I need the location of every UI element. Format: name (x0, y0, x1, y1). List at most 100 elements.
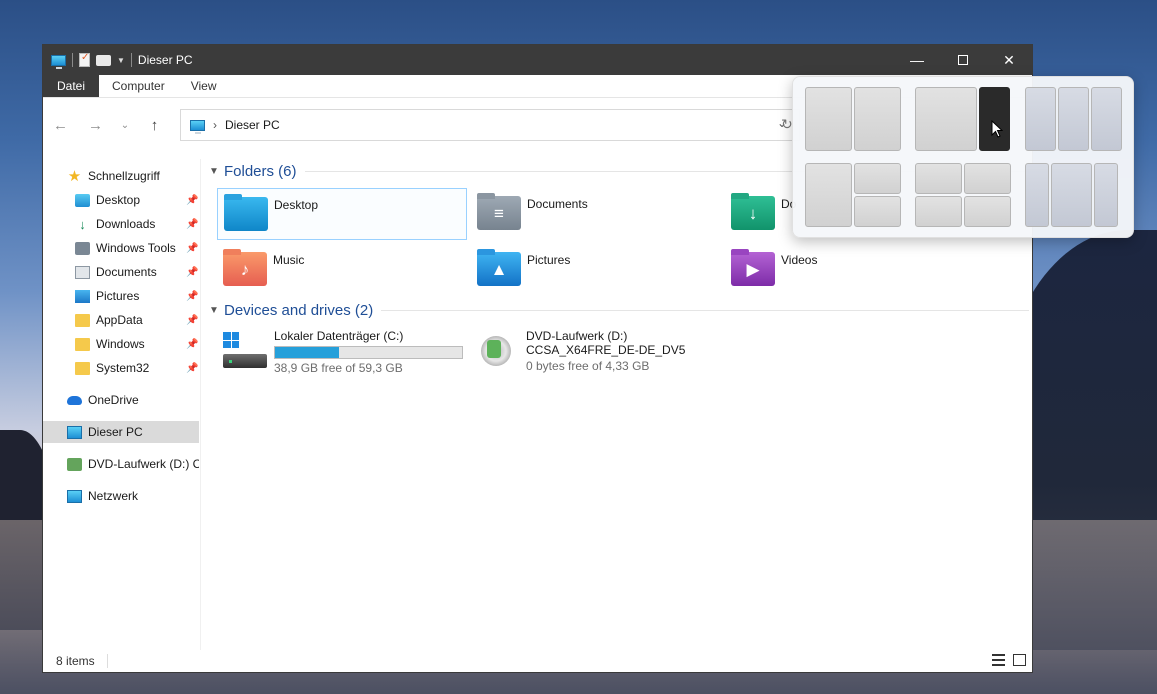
snap-zone[interactable] (1025, 163, 1049, 227)
folder-tile-music[interactable]: ♪ Music (217, 244, 467, 296)
minimize-button[interactable]: — (894, 45, 940, 75)
snap-zone[interactable] (854, 87, 901, 151)
recent-locations-button[interactable]: ⌄ (113, 120, 137, 131)
drive-tile-c[interactable]: Lokaler Datenträger (C:) 38,9 GB free of… (217, 329, 463, 379)
tab-view[interactable]: View (178, 75, 230, 97)
snap-zone[interactable] (1025, 87, 1056, 151)
sidebar-item-dvd-drive[interactable]: DVD-Laufwerk (D:) CCSA_X64FRE_DE-DE_DV5 (43, 453, 199, 475)
snap-zone[interactable] (915, 196, 962, 227)
drives-group-header[interactable]: ▼ Devices and drives (2) (209, 302, 1029, 319)
sidebar-item-system32[interactable]: System32 📌 (43, 357, 199, 379)
sidebar-item-desktop[interactable]: Desktop 📌 (43, 189, 199, 211)
folder-tile-pictures[interactable]: ▲ Pictures (471, 244, 721, 296)
sidebar-item-label: Documents (96, 265, 157, 279)
computer-icon (51, 54, 66, 69)
folder-tile-documents[interactable]: ≡ Documents (471, 188, 721, 240)
pin-icon[interactable]: 📌 (186, 195, 198, 206)
snap-zone[interactable] (1058, 87, 1089, 151)
snap-layout-narrow-wide-narrow[interactable] (1025, 163, 1118, 227)
back-button[interactable]: ← (43, 117, 78, 134)
pin-icon[interactable]: 📌 (186, 291, 198, 302)
snap-zone[interactable] (1091, 87, 1122, 151)
pin-icon[interactable]: 📌 (186, 243, 198, 254)
up-button[interactable]: ↑ (137, 117, 172, 134)
pin-icon[interactable]: 📌 (186, 315, 198, 326)
snap-zone[interactable] (1051, 163, 1092, 227)
sidebar-item-label: Netzwerk (88, 489, 139, 503)
collapse-chevron-icon[interactable]: ▼ (209, 166, 224, 177)
drive-volume-label: CCSA_X64FRE_DE-DE_DV5 (526, 343, 686, 357)
folder-name: Music (273, 253, 305, 267)
snap-layout-quarters[interactable] (915, 163, 1011, 227)
breadcrumb-chevron-icon[interactable]: › (213, 118, 217, 132)
maximize-icon (958, 55, 968, 65)
breadcrumb-dieser-pc[interactable]: Dieser PC (225, 118, 280, 132)
downloads-folder-icon: ↓ (731, 193, 775, 230)
tab-datei[interactable]: Datei (43, 75, 100, 97)
snap-zone[interactable] (805, 87, 852, 151)
sidebar-item-netzwerk[interactable]: Netzwerk (43, 485, 199, 507)
network-icon (67, 489, 82, 503)
address-bar[interactable]: › Dieser PC ⌄ (180, 109, 800, 141)
star-icon: ★ (67, 167, 82, 185)
sidebar-item-documents[interactable]: Documents 📌 (43, 261, 199, 283)
pin-icon[interactable]: 📌 (186, 363, 198, 374)
snap-layout-half-two-quarters[interactable] (805, 163, 901, 227)
new-folder-icon[interactable] (96, 54, 111, 66)
folder-tile-desktop[interactable]: Desktop (217, 188, 467, 240)
drive-name: Lokaler Datenträger (C:) (274, 329, 404, 343)
drives-header-label: Devices and drives (2) (224, 302, 374, 319)
snap-zone[interactable] (1094, 163, 1118, 227)
snap-layout-wide-narrow[interactable] (915, 87, 1010, 151)
folder-name: Documents (527, 197, 588, 211)
sidebar-item-appdata[interactable]: AppData 📌 (43, 309, 199, 331)
status-separator (106, 654, 108, 668)
snap-zone[interactable] (964, 196, 1011, 227)
snap-zone[interactable] (854, 163, 901, 194)
dvd-drive-icon (479, 332, 519, 368)
snap-zone[interactable] (854, 196, 901, 227)
drive-usage-bar (274, 346, 463, 359)
toolbar-separator (130, 53, 132, 67)
sidebar-item-schnellzugriff[interactable]: ★ Schnellzugriff (43, 165, 199, 187)
title-bar: ▼ Dieser PC — ✕ (43, 45, 1032, 75)
sidebar-item-pictures[interactable]: Pictures 📌 (43, 285, 199, 307)
sidebar-item-label: Downloads (96, 217, 156, 231)
item-count: 8 items (56, 654, 95, 668)
tab-computer[interactable]: Computer (99, 75, 178, 97)
sidebar-item-windows[interactable]: Windows 📌 (43, 333, 199, 355)
properties-icon[interactable] (79, 52, 90, 67)
folder-name: Pictures (527, 253, 571, 267)
snap-zone-active[interactable] (979, 87, 1010, 151)
window-title: Dieser PC (137, 53, 193, 67)
snap-layouts-flyout (792, 76, 1134, 238)
folder-name: Videos (781, 253, 818, 267)
customize-toolbar-arrow-icon[interactable]: ▼ (117, 56, 125, 65)
pin-icon[interactable]: 📌 (186, 339, 198, 350)
snap-layout-halves[interactable] (805, 87, 901, 151)
snap-zone[interactable] (805, 163, 852, 227)
details-view-icon[interactable] (992, 654, 1005, 666)
toolbar-separator (72, 53, 73, 67)
drive-tile-d[interactable]: DVD-Laufwerk (D:) CCSA_X64FRE_DE-DE_DV5 … (473, 329, 685, 379)
forward-button[interactable]: → (78, 117, 113, 134)
snap-zone[interactable] (915, 163, 962, 194)
snap-zone[interactable] (964, 163, 1011, 194)
collapse-chevron-icon[interactable]: ▼ (209, 305, 224, 316)
sidebar-item-label: Desktop (96, 193, 141, 207)
large-icons-view-icon[interactable] (1013, 654, 1026, 666)
maximize-button[interactable] (940, 45, 986, 75)
pin-icon[interactable]: 📌 (186, 219, 198, 230)
pictures-icon (75, 289, 90, 303)
sidebar-item-downloads[interactable]: ↓ Downloads 📌 (43, 213, 199, 235)
sidebar-item-label: Pictures (96, 289, 140, 303)
snap-zone[interactable] (915, 87, 977, 151)
folder-tile-videos[interactable]: ▶ Videos (725, 244, 975, 296)
pin-icon[interactable]: 📌 (186, 267, 198, 278)
close-button[interactable]: ✕ (986, 45, 1032, 75)
snap-layout-thirds[interactable] (1025, 87, 1122, 151)
refresh-button[interactable]: ↻ (781, 116, 793, 133)
sidebar-item-windows-tools[interactable]: Windows Tools 📌 (43, 237, 199, 259)
sidebar-item-onedrive[interactable]: OneDrive (43, 389, 199, 411)
sidebar-item-dieser-pc[interactable]: Dieser PC (43, 421, 199, 443)
